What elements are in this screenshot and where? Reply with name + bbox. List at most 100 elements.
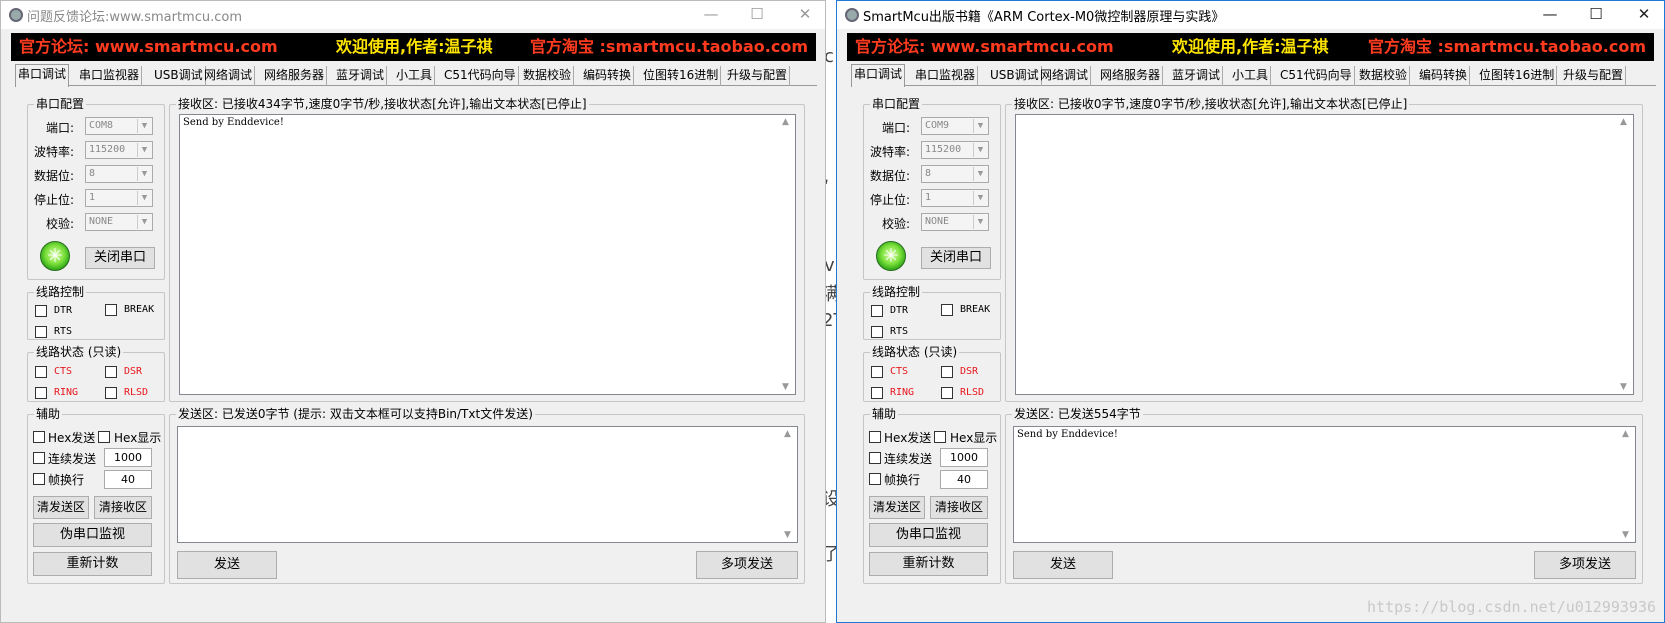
line-control-group: 线路控制 DTR BREAK RTS bbox=[863, 285, 1001, 340]
data-bits-select[interactable]: 8 ▼ bbox=[921, 165, 989, 183]
frame-value-input[interactable]: 40 bbox=[940, 470, 988, 489]
close-button[interactable]: ✕ bbox=[1634, 5, 1654, 25]
continuous-send-checkbox[interactable] bbox=[33, 452, 45, 464]
pseudo-monitor-button[interactable]: 伪串口监视 bbox=[33, 523, 152, 547]
send-textarea[interactable]: ▲ ▼ bbox=[177, 426, 798, 543]
scroll-down-icon[interactable]: ▼ bbox=[1620, 382, 1627, 392]
tab-upgrade-config[interactable]: 升级与配置 bbox=[725, 66, 791, 86]
multi-send-button[interactable]: 多项发送 bbox=[696, 551, 798, 579]
port-select[interactable]: COM9 ▼ bbox=[921, 117, 989, 135]
send-scrollbar[interactable]: ▲ ▼ bbox=[1619, 427, 1635, 542]
tab-usb-debug[interactable]: USB调试 bbox=[152, 66, 206, 86]
tab-network-debug[interactable]: 网络调试 bbox=[1038, 66, 1092, 86]
tab-checksum[interactable]: 数据校验 bbox=[1357, 66, 1411, 86]
hex-send-checkbox[interactable] bbox=[869, 431, 881, 443]
pseudo-monitor-button[interactable]: 伪串口监视 bbox=[869, 523, 988, 547]
parity-select[interactable]: NONE ▼ bbox=[85, 213, 153, 231]
hex-display-checkbox[interactable] bbox=[98, 431, 110, 443]
receive-scrollbar[interactable]: ▲ ▼ bbox=[779, 115, 795, 394]
frame-newline-checkbox[interactable] bbox=[869, 473, 881, 485]
tab-bluetooth-debug[interactable]: 蓝牙调试 bbox=[334, 66, 388, 86]
receive-textarea[interactable]: Send by Enddevice! ▲ ▼ bbox=[179, 114, 796, 395]
tab-serial-monitor[interactable]: 串口监视器 bbox=[77, 66, 143, 86]
clear-send-button[interactable]: 清发送区 bbox=[33, 496, 89, 519]
close-button[interactable]: ✕ bbox=[795, 5, 815, 25]
tab-network-debug[interactable]: 网络调试 bbox=[202, 66, 256, 86]
data-bits-value: 8 bbox=[925, 168, 932, 179]
close-port-button[interactable]: 关闭串口 bbox=[921, 247, 991, 269]
minimize-button[interactable]: — bbox=[1540, 5, 1560, 25]
maximize-button[interactable]: ☐ bbox=[747, 5, 767, 25]
ring-label: RING bbox=[54, 387, 79, 398]
minimize-button[interactable]: — bbox=[701, 5, 721, 25]
recount-button[interactable]: 重新计数 bbox=[869, 552, 988, 576]
send-textarea[interactable]: Send by Enddevice! ▲ ▼ bbox=[1013, 426, 1636, 543]
tab-tools[interactable]: 小工具 bbox=[394, 66, 436, 86]
dtr-checkbox[interactable] bbox=[35, 305, 47, 317]
receive-scrollbar[interactable]: ▲ ▼ bbox=[1617, 115, 1633, 394]
receive-textarea[interactable]: ▲ ▼ bbox=[1015, 114, 1634, 395]
parity-select[interactable]: NONE ▼ bbox=[921, 213, 989, 231]
tab-tools[interactable]: 小工具 bbox=[1230, 66, 1272, 86]
scroll-down-icon[interactable]: ▼ bbox=[1622, 530, 1629, 540]
close-port-button[interactable]: 关闭串口 bbox=[85, 247, 155, 269]
rts-checkbox[interactable] bbox=[871, 326, 883, 338]
send-button[interactable]: 发送 bbox=[1013, 551, 1113, 579]
title-bar[interactable]: SmartMcu出版书籍《ARM Cortex-M0微控制器原理与实践》 — ☐… bbox=[837, 1, 1664, 29]
serial-config-group: 串口配置 端口: COM8 ▼ 波特率: 115200 ▼ 数据位: 8 ▼ 停止位:… bbox=[27, 97, 165, 280]
baud-select[interactable]: 115200 ▼ bbox=[85, 141, 153, 159]
recount-button[interactable]: 重新计数 bbox=[33, 552, 152, 576]
stop-bits-select[interactable]: 1 ▼ bbox=[921, 189, 989, 207]
tab-network-server[interactable]: 网络服务器 bbox=[1098, 66, 1164, 86]
port-select[interactable]: COM8 ▼ bbox=[85, 117, 153, 135]
tab-c51-wizard[interactable]: C51代码向导 bbox=[1278, 66, 1355, 86]
stop-bits-select[interactable]: 1 ▼ bbox=[85, 189, 153, 207]
send-button[interactable]: 发送 bbox=[177, 551, 277, 579]
break-checkbox[interactable] bbox=[941, 304, 953, 316]
baud-select[interactable]: 115200 ▼ bbox=[921, 141, 989, 159]
break-checkbox[interactable] bbox=[105, 304, 117, 316]
continuous-send-checkbox[interactable] bbox=[869, 452, 881, 464]
title-bar[interactable]: 问题反馈论坛:www.smartmcu.com — ☐ ✕ bbox=[1, 1, 825, 29]
scroll-up-icon[interactable]: ▲ bbox=[1620, 117, 1627, 127]
scroll-up-icon[interactable]: ▲ bbox=[1622, 429, 1629, 439]
tab-bar: 串口调试 串口监视器 USB调试 网络调试 网络服务器 蓝牙调试 小工具 C51… bbox=[15, 64, 817, 87]
clear-receive-button[interactable]: 清接收区 bbox=[930, 496, 988, 519]
tab-bitmap-hex[interactable]: 位图转16进制 bbox=[1477, 66, 1558, 86]
line-status-group: 线路状态 (只读) CTS DSR RING RLSD bbox=[863, 345, 1001, 402]
rts-checkbox[interactable] bbox=[35, 326, 47, 338]
scroll-up-icon[interactable]: ▲ bbox=[782, 117, 789, 127]
tab-bluetooth-debug[interactable]: 蓝牙调试 bbox=[1170, 66, 1224, 86]
tab-encoding[interactable]: 编码转换 bbox=[581, 66, 635, 86]
dtr-checkbox[interactable] bbox=[871, 305, 883, 317]
tab-serial-debug[interactable]: 串口调试 bbox=[15, 64, 70, 87]
scroll-down-icon[interactable]: ▼ bbox=[784, 530, 791, 540]
maximize-button[interactable]: ☐ bbox=[1586, 5, 1606, 25]
serial-tool-window-2: SmartMcu出版书籍《ARM Cortex-M0微控制器原理与实践》 — ☐… bbox=[836, 0, 1665, 623]
send-scrollbar[interactable]: ▲ ▼ bbox=[781, 427, 797, 542]
send-interval-input[interactable]: 1000 bbox=[940, 448, 988, 467]
tab-bitmap-hex[interactable]: 位图转16进制 bbox=[641, 66, 722, 86]
clear-receive-button[interactable]: 清接收区 bbox=[94, 496, 152, 519]
tab-c51-wizard[interactable]: C51代码向导 bbox=[442, 66, 519, 86]
data-bits-select[interactable]: 8 ▼ bbox=[85, 165, 153, 183]
tab-checksum[interactable]: 数据校验 bbox=[521, 66, 575, 86]
send-interval-input[interactable]: 1000 bbox=[104, 448, 152, 467]
frame-value-input[interactable]: 40 bbox=[104, 470, 152, 489]
tab-upgrade-config[interactable]: 升级与配置 bbox=[1561, 66, 1627, 86]
multi-send-button[interactable]: 多项发送 bbox=[1534, 551, 1636, 579]
tab-serial-debug[interactable]: 串口调试 bbox=[851, 64, 906, 87]
hex-send-checkbox[interactable] bbox=[33, 431, 45, 443]
scroll-down-icon[interactable]: ▼ bbox=[782, 382, 789, 392]
hex-display-checkbox[interactable] bbox=[934, 431, 946, 443]
tab-serial-monitor[interactable]: 串口监视器 bbox=[913, 66, 979, 86]
scroll-up-icon[interactable]: ▲ bbox=[784, 429, 791, 439]
tab-network-server[interactable]: 网络服务器 bbox=[262, 66, 328, 86]
tab-encoding[interactable]: 编码转换 bbox=[1417, 66, 1471, 86]
line-status-title: 线路状态 (只读) bbox=[870, 345, 960, 359]
continuous-send-label: 连续发送 bbox=[48, 452, 97, 466]
serial-config-group: 串口配置 端口: COM9 ▼ 波特率: 115200 ▼ 数据位: 8 ▼ 停止位:… bbox=[863, 97, 1001, 280]
tab-usb-debug[interactable]: USB调试 bbox=[988, 66, 1042, 86]
frame-newline-checkbox[interactable] bbox=[33, 473, 45, 485]
clear-send-button[interactable]: 清发送区 bbox=[869, 496, 925, 519]
